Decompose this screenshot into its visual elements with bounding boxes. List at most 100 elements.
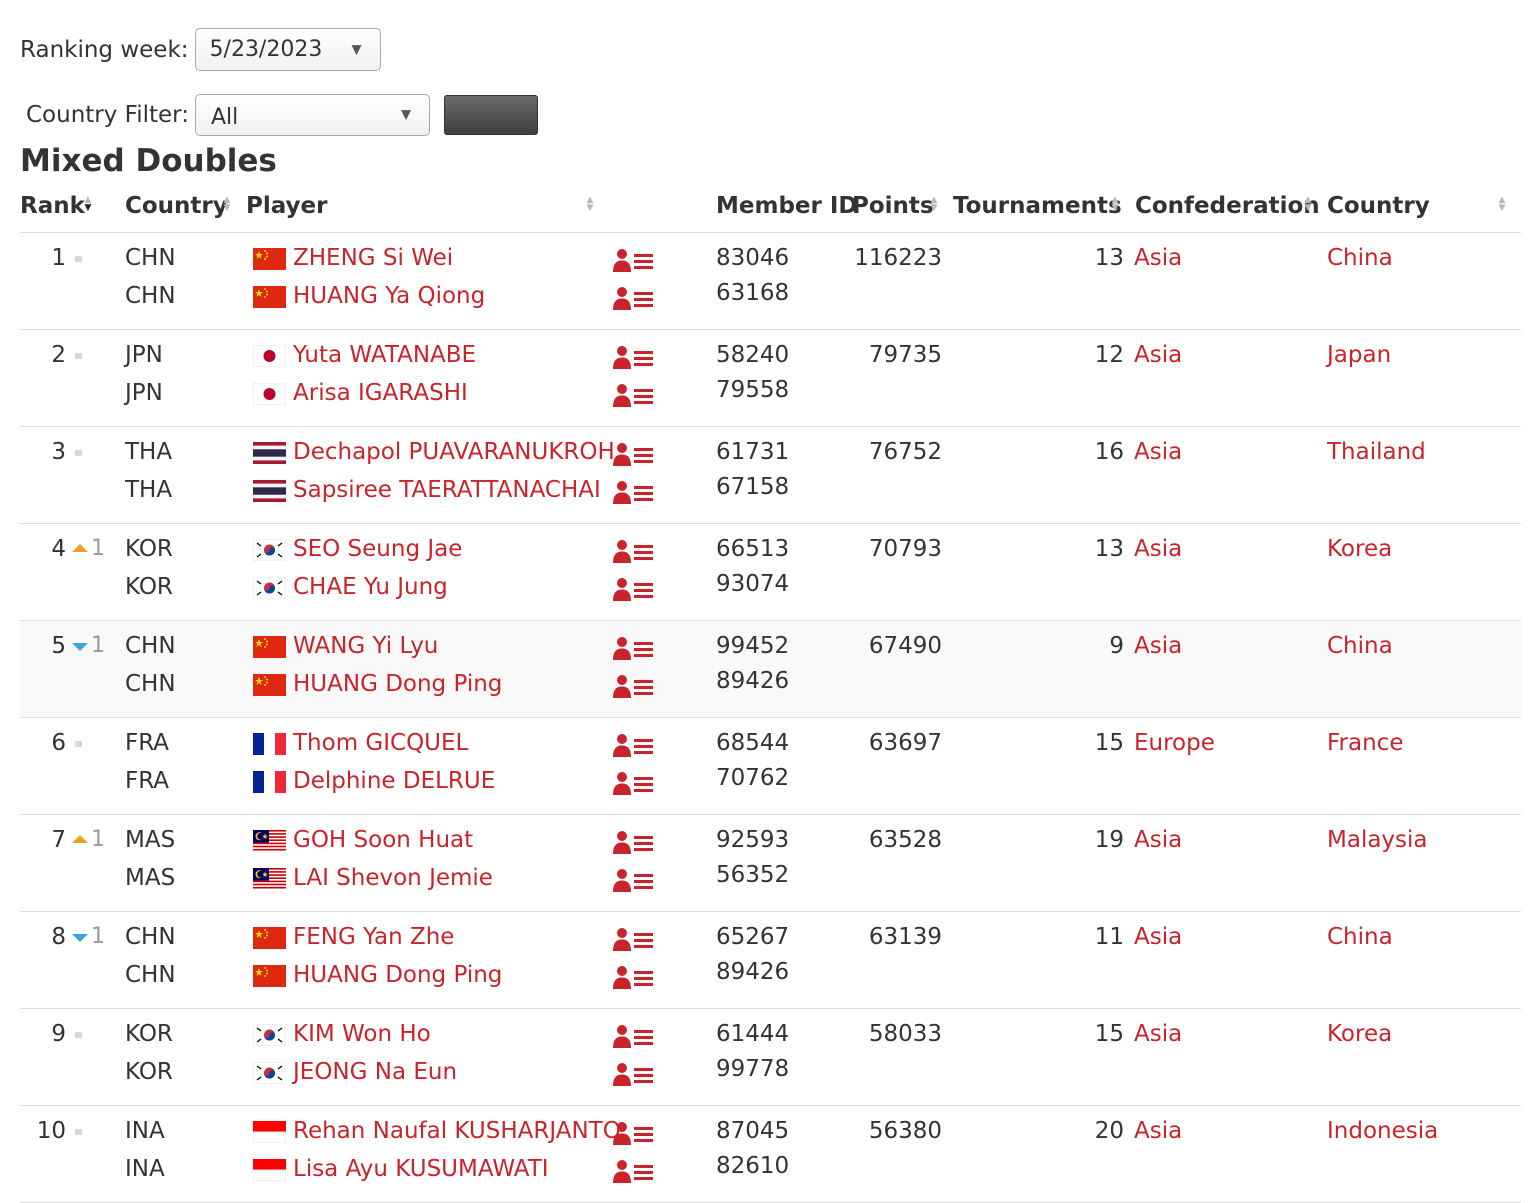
header-player[interactable]: Player ▲ ▼ — [246, 193, 593, 233]
player-profile-icon[interactable] — [613, 771, 653, 795]
country-name-link[interactable]: Thailand — [1327, 438, 1426, 466]
player-name-link[interactable]: GOH Soon Huat — [293, 826, 473, 854]
confederation-link[interactable]: Asia — [1134, 826, 1182, 854]
player-country-code: CHN — [125, 283, 176, 309]
tournaments-value: 9 — [1109, 633, 1124, 659]
confederation-link[interactable]: Asia — [1134, 438, 1182, 466]
header-rank[interactable]: Rank ▲ ▼ — [20, 193, 91, 233]
member-id: 56352 — [716, 862, 790, 888]
player-name-link[interactable]: SEO Seung Jae — [293, 535, 462, 563]
player-profile-icon[interactable] — [613, 1159, 653, 1183]
player-name-link[interactable]: Dechapol PUAVARANUKROH — [293, 438, 615, 466]
player-profile-icon[interactable] — [613, 927, 653, 951]
confederation-link[interactable]: Asia — [1134, 1117, 1182, 1145]
table-row: 10 INA Rehan Naufal KUSHARJANTO 87045 INA Lis… — [20, 1106, 1521, 1203]
member-id: 99452 — [716, 633, 790, 659]
player-profile-icon[interactable] — [613, 733, 653, 757]
ranking-week-select[interactable]: 5/23/2023 ▼ — [194, 28, 381, 71]
flag-fra-icon — [253, 733, 286, 755]
player-profile-icon[interactable] — [613, 442, 653, 466]
apply-filter-button[interactable] — [444, 95, 538, 135]
header-country[interactable]: Country ▲ ▼ — [125, 193, 230, 233]
header-tournaments[interactable]: Tournaments ▲ ▼ — [953, 193, 1122, 233]
country-name-link[interactable]: Japan — [1327, 341, 1391, 369]
player-name-link[interactable]: Delphine DELRUE — [293, 767, 495, 795]
rank-value: 3 — [51, 439, 66, 465]
tournaments-value: 15 — [1094, 730, 1124, 756]
confederation-link[interactable]: Asia — [1134, 923, 1182, 951]
player-name-link[interactable]: Lisa Ayu KUSUMAWATI — [293, 1155, 549, 1183]
player-name-link[interactable]: ZHENG Si Wei — [293, 244, 453, 272]
country-name-link[interactable]: China — [1327, 632, 1393, 660]
player-name-link[interactable]: JEONG Na Eun — [293, 1058, 457, 1086]
player-profile-icon[interactable] — [613, 965, 653, 989]
no-change-icon — [75, 450, 82, 456]
player-profile-icon[interactable] — [613, 868, 653, 892]
country-filter-select[interactable]: All ▼ — [195, 94, 430, 136]
player-profile-icon[interactable] — [613, 1062, 653, 1086]
tournaments-value: 13 — [1094, 536, 1124, 562]
country-name-link[interactable]: Korea — [1327, 1020, 1392, 1048]
points-value: 76752 — [868, 439, 942, 465]
player-name-link[interactable]: Thom GICQUEL — [293, 729, 468, 757]
country-name-link[interactable]: Malaysia — [1327, 826, 1428, 854]
player-profile-icon[interactable] — [613, 248, 653, 272]
player-name-link[interactable]: Sapsiree TAERATTANACHAI — [293, 476, 601, 504]
player-profile-icon[interactable] — [613, 480, 653, 504]
page-title: Mixed Doubles — [20, 143, 277, 179]
member-id: 58240 — [716, 342, 790, 368]
header-points[interactable]: Points ▲ ▼ — [852, 193, 937, 233]
flag-tha-icon — [253, 480, 286, 502]
player-name-link[interactable]: HUANG Ya Qiong — [293, 282, 485, 310]
flag-kor-icon — [253, 1062, 286, 1084]
player-country-code: CHN — [125, 633, 176, 659]
player-name-link[interactable]: HUANG Dong Ping — [293, 670, 502, 698]
ranking-week-filter: Ranking week: 5/23/2023 ▼ — [20, 28, 381, 71]
header-confederation-label: Confederation — [1135, 193, 1320, 219]
confederation-link[interactable]: Asia — [1134, 341, 1182, 369]
header-country-name[interactable]: Country ▲ ▼ — [1327, 193, 1505, 233]
player-name-link[interactable]: FENG Yan Zhe — [293, 923, 454, 951]
player-profile-icon[interactable] — [613, 383, 653, 407]
confederation-link[interactable]: Asia — [1134, 1020, 1182, 1048]
member-id: 61444 — [716, 1021, 790, 1047]
player-name-link[interactable]: LAI Shevon Jemie — [293, 864, 493, 892]
country-name-link[interactable]: Indonesia — [1327, 1117, 1438, 1145]
player-name-link[interactable]: HUANG Dong Ping — [293, 961, 502, 989]
country-filter: Country Filter: All ▼ — [26, 94, 538, 136]
player-profile-icon[interactable] — [613, 636, 653, 660]
country-name-link[interactable]: France — [1327, 729, 1403, 757]
player-profile-icon[interactable] — [613, 1121, 653, 1145]
player-name-link[interactable]: WANG Yi Lyu — [293, 632, 438, 660]
player-country-code: THA — [125, 477, 173, 503]
player-profile-icon[interactable] — [613, 1024, 653, 1048]
confederation-link[interactable]: Europe — [1134, 729, 1215, 757]
flag-tha-icon — [253, 442, 286, 464]
confederation-link[interactable]: Asia — [1134, 244, 1182, 272]
player-profile-icon[interactable] — [613, 286, 653, 310]
confederation-link[interactable]: Asia — [1134, 535, 1182, 563]
player-profile-icon[interactable] — [613, 830, 653, 854]
flag-kor-icon — [253, 1024, 286, 1046]
flag-chn-icon — [253, 636, 286, 658]
country-name-link[interactable]: China — [1327, 244, 1393, 272]
table-row: 7 1 MAS GOH Soon Huat 92593 MAS LAI Shevon Jem… — [20, 815, 1521, 912]
player-name-link[interactable]: Rehan Naufal KUSHARJANTO — [293, 1117, 621, 1145]
confederation-link[interactable]: Asia — [1134, 632, 1182, 660]
player-profile-icon[interactable] — [613, 539, 653, 563]
country-name-link[interactable]: Korea — [1327, 535, 1392, 563]
header-confederation[interactable]: Confederation ▲ ▼ — [1135, 193, 1320, 233]
player-country-code: CHN — [125, 962, 176, 988]
player-name-link[interactable]: CHAE Yu Jung — [293, 573, 448, 601]
tournaments-value: 19 — [1094, 827, 1124, 853]
player-profile-icon[interactable] — [613, 674, 653, 698]
points-value: 70793 — [868, 536, 942, 562]
rank-change-value: 1 — [91, 827, 105, 852]
country-name-link[interactable]: China — [1327, 923, 1393, 951]
player-profile-icon[interactable] — [613, 345, 653, 369]
player-profile-icon[interactable] — [613, 577, 653, 601]
player-name-link[interactable]: Yuta WATANABE — [293, 341, 476, 369]
player-name-link[interactable]: Arisa IGARASHI — [293, 379, 468, 407]
sort-icon: ▲ ▼ — [223, 195, 231, 213]
player-name-link[interactable]: KIM Won Ho — [293, 1020, 431, 1048]
